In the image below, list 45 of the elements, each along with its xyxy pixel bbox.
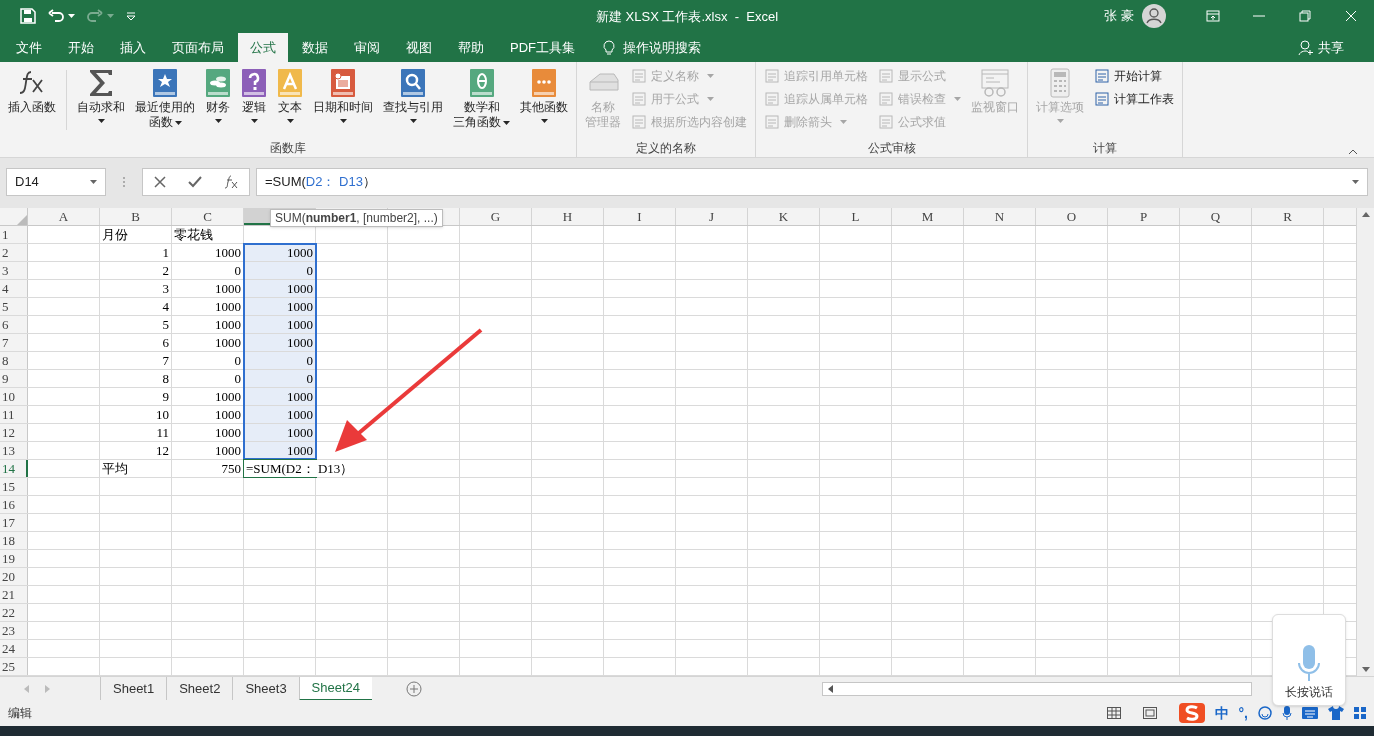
table-cell: 1000 xyxy=(244,316,316,333)
table-cell: 1000 xyxy=(172,406,244,423)
table-cell: 10 xyxy=(100,406,172,423)
table-cell: 1000 xyxy=(172,442,244,459)
table-cell: 0 xyxy=(244,262,316,279)
table-cell: 0 xyxy=(244,352,316,369)
table-cell: 9 xyxy=(100,388,172,405)
table-cell: 1000 xyxy=(172,424,244,441)
table-cell: 2 xyxy=(100,262,172,279)
table-cell: 1000 xyxy=(172,316,244,333)
table-cell: 1 xyxy=(100,244,172,261)
status-text: 编辑 xyxy=(7,705,32,722)
group-label: 函数库 xyxy=(269,140,307,157)
table-cell: 0 xyxy=(172,370,244,387)
table-cell: 1000 xyxy=(172,334,244,351)
table-cell: 5 xyxy=(100,316,172,333)
table-cell: 零花钱 xyxy=(172,226,244,243)
function-tooltip: SUM(number1, [number2], ...) xyxy=(270,209,443,227)
table-cell: 1000 xyxy=(244,280,316,297)
table-cell: 7 xyxy=(100,352,172,369)
window-title: 新建 XLSX 工作表.xlsx - Excel xyxy=(596,8,779,26)
table-cell: 1000 xyxy=(172,388,244,405)
table-cell: 月份 xyxy=(100,226,172,243)
table-cell: 0 xyxy=(244,370,316,387)
user-name: 张 豪 xyxy=(1104,7,1134,26)
table-cell: 1000 xyxy=(172,280,244,297)
table-cell: 8 xyxy=(100,370,172,387)
group-label: 定义的名称 xyxy=(635,140,697,157)
table-cell: 1000 xyxy=(244,388,316,405)
table-cell: 12 xyxy=(100,442,172,459)
group-label: 公式审核 xyxy=(866,140,917,157)
table-cell: 11 xyxy=(100,424,172,441)
table-cell: 4 xyxy=(100,298,172,315)
table-cell: 1000 xyxy=(244,424,316,441)
table-cell: 平均 xyxy=(100,460,172,477)
table-cell: 6 xyxy=(100,334,172,351)
table-cell: 1000 xyxy=(172,298,244,315)
table-cell: 1000 xyxy=(244,298,316,315)
table-cell: 1000 xyxy=(244,406,316,423)
group-label: 计算 xyxy=(1092,140,1118,157)
table-cell: 1000 xyxy=(172,244,244,261)
table-cell: 0 xyxy=(172,352,244,369)
table-cell: 3 xyxy=(100,280,172,297)
table-cell: 0 xyxy=(172,262,244,279)
table-cell: 1000 xyxy=(244,334,316,351)
